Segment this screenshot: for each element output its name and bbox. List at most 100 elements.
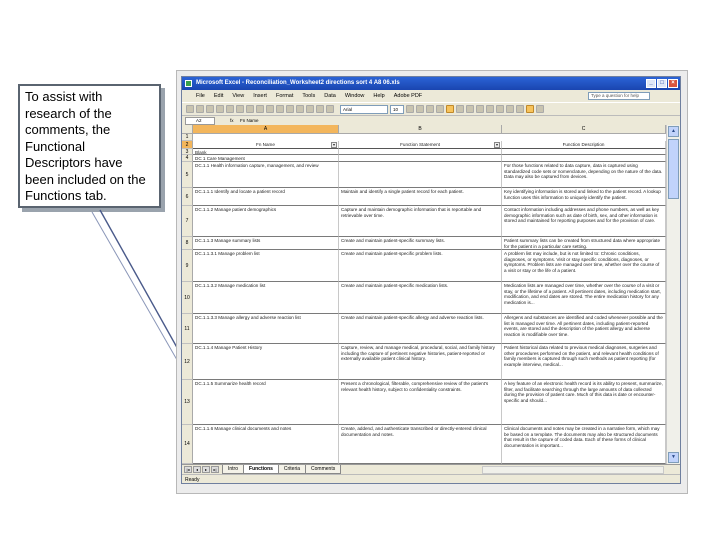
- font-color-icon[interactable]: [536, 105, 544, 113]
- row-header[interactable]: 10: [182, 282, 193, 314]
- table-cell[interactable]: DC.1.1.6 Manage clinical documents and n…: [193, 425, 339, 464]
- table-cell[interactable]: DC 1 Care Management: [193, 155, 339, 162]
- tab-comments[interactable]: Comments: [305, 465, 342, 474]
- tab-functions[interactable]: Functions: [243, 465, 279, 474]
- comma-icon[interactable]: [496, 105, 504, 113]
- table-cell[interactable]: DC.1.1.3 Manage summary lists: [193, 237, 339, 250]
- row-header[interactable]: 7: [182, 206, 193, 237]
- chart-icon[interactable]: [316, 105, 324, 113]
- menu-edit[interactable]: Edit: [214, 93, 223, 99]
- table-cell[interactable]: DC.1.1.4 Manage Patient History: [193, 344, 339, 380]
- row-header[interactable]: 14: [182, 425, 193, 464]
- italic-icon[interactable]: [416, 105, 424, 113]
- close-button[interactable]: ×: [668, 79, 678, 88]
- table-cell[interactable]: DC.1.1 Health information capture, manag…: [193, 162, 339, 188]
- borders-icon[interactable]: [516, 105, 524, 113]
- align-right-icon[interactable]: [456, 105, 464, 113]
- row-header[interactable]: 8: [182, 237, 193, 250]
- next-sheet-icon[interactable]: ▸: [202, 466, 210, 473]
- table-cell[interactable]: Patient historical data related to previ…: [502, 344, 666, 380]
- table-cell[interactable]: Present a chronological, filterable, com…: [339, 380, 502, 425]
- table-cell[interactable]: A key feature of an electronic health re…: [502, 380, 666, 425]
- worksheet-grid[interactable]: A B C 1 2 Fn Name ▾ Function Statement ▾…: [182, 125, 666, 464]
- redo-icon[interactable]: [286, 105, 294, 113]
- table-cell[interactable]: A problem list may include, but is not l…: [502, 250, 666, 282]
- cut-icon[interactable]: [246, 105, 254, 113]
- underline-icon[interactable]: [426, 105, 434, 113]
- table-cell[interactable]: For those functions related to data capt…: [502, 162, 666, 188]
- align-left-icon[interactable]: [436, 105, 444, 113]
- first-sheet-icon[interactable]: |◂: [184, 466, 192, 473]
- fill-color-icon[interactable]: [526, 105, 534, 113]
- fx-icon[interactable]: fx: [230, 116, 234, 125]
- table-cell[interactable]: Create and maintain patient-specific pro…: [339, 250, 502, 282]
- column-header-b[interactable]: B: [339, 125, 502, 134]
- print-icon[interactable]: [216, 105, 224, 113]
- row-header[interactable]: 6: [182, 188, 193, 206]
- scroll-down-icon[interactable]: ▼: [668, 452, 679, 463]
- sum-icon[interactable]: [296, 105, 304, 113]
- font-name-select[interactable]: Arial: [340, 104, 388, 114]
- table-cell[interactable]: DC.1.1.1 Identify and locate a patient r…: [193, 188, 339, 206]
- menu-insert[interactable]: Insert: [253, 93, 267, 99]
- open-icon[interactable]: [196, 105, 204, 113]
- table-cell[interactable]: Allergens and substances are identified …: [502, 314, 666, 344]
- row-header[interactable]: 4: [182, 155, 193, 162]
- column-header-a[interactable]: A: [193, 125, 339, 134]
- new-icon[interactable]: [186, 105, 194, 113]
- table-cell[interactable]: [502, 155, 666, 162]
- table-cell[interactable]: Capture and maintain demographic informa…: [339, 206, 502, 237]
- column-header-c[interactable]: C: [502, 125, 666, 134]
- spelling-icon[interactable]: [236, 105, 244, 113]
- table-cell[interactable]: Contact information including addresses …: [502, 206, 666, 237]
- table-cell[interactable]: DC.1.1.3.1 Manage problem list: [193, 250, 339, 282]
- table-cell[interactable]: [339, 155, 502, 162]
- scroll-up-icon[interactable]: ▲: [668, 126, 679, 137]
- merge-icon[interactable]: [466, 105, 474, 113]
- header-cell-function-statement[interactable]: Function Statement ▾: [339, 141, 502, 149]
- row-header[interactable]: 1: [182, 134, 193, 141]
- table-cell[interactable]: [339, 162, 502, 188]
- percent-icon[interactable]: [486, 105, 494, 113]
- undo-icon[interactable]: [276, 105, 284, 113]
- table-cell[interactable]: DC.1.1.5 Summarize health record: [193, 380, 339, 425]
- last-sheet-icon[interactable]: ▸|: [211, 466, 219, 473]
- table-cell[interactable]: DC.1.1.2 Manage patient demographics: [193, 206, 339, 237]
- bold-icon[interactable]: [406, 105, 414, 113]
- prev-sheet-icon[interactable]: ◂: [193, 466, 201, 473]
- menu-adobe-pdf[interactable]: Adobe PDF: [394, 93, 422, 99]
- tab-criteria[interactable]: Criteria: [277, 465, 307, 474]
- select-all-corner[interactable]: [182, 125, 193, 134]
- table-cell[interactable]: Key identifying information is stored an…: [502, 188, 666, 206]
- table-cell[interactable]: DC.1.1.3.2 Manage medication list: [193, 282, 339, 314]
- menu-data[interactable]: Data: [324, 93, 336, 99]
- vertical-scrollbar[interactable]: ▲ ▼: [666, 125, 680, 464]
- table-cell[interactable]: DC.1.1.3.3 Manage allergy and adverse re…: [193, 314, 339, 344]
- formula-value[interactable]: Fn Name: [240, 116, 259, 125]
- minimize-button[interactable]: _: [646, 79, 656, 88]
- paste-icon[interactable]: [266, 105, 274, 113]
- menu-help[interactable]: Help: [373, 93, 384, 99]
- menu-view[interactable]: View: [232, 93, 244, 99]
- sort-icon[interactable]: [306, 105, 314, 113]
- row-header[interactable]: 12: [182, 344, 193, 380]
- indent-icon[interactable]: [506, 105, 514, 113]
- table-cell[interactable]: Maintain and identify a single patient r…: [339, 188, 502, 206]
- horizontal-scrollbar[interactable]: [482, 466, 664, 474]
- table-cell[interactable]: Create, addend, and authenticate transcr…: [339, 425, 502, 464]
- menu-tools[interactable]: Tools: [302, 93, 315, 99]
- scroll-thumb[interactable]: [668, 139, 679, 199]
- table-cell[interactable]: Medication lists are managed over time, …: [502, 282, 666, 314]
- table-cell[interactable]: Patient summary lists can be created fro…: [502, 237, 666, 250]
- currency-icon[interactable]: [476, 105, 484, 113]
- help-search-input[interactable]: Type a question for help: [588, 92, 650, 100]
- tab-intro[interactable]: Intro: [222, 465, 245, 474]
- header-cell-function-description[interactable]: Function Description: [502, 141, 666, 149]
- table-cell[interactable]: Capture, review, and manage medical, pro…: [339, 344, 502, 380]
- header-cell-fn-name[interactable]: Fn Name ▾: [193, 141, 339, 149]
- menu-window[interactable]: Window: [345, 93, 365, 99]
- font-size-select[interactable]: 10: [390, 104, 404, 114]
- menu-file[interactable]: File: [196, 93, 205, 99]
- table-cell[interactable]: Create and maintain patient-specific sum…: [339, 237, 502, 250]
- row-header[interactable]: 5: [182, 162, 193, 188]
